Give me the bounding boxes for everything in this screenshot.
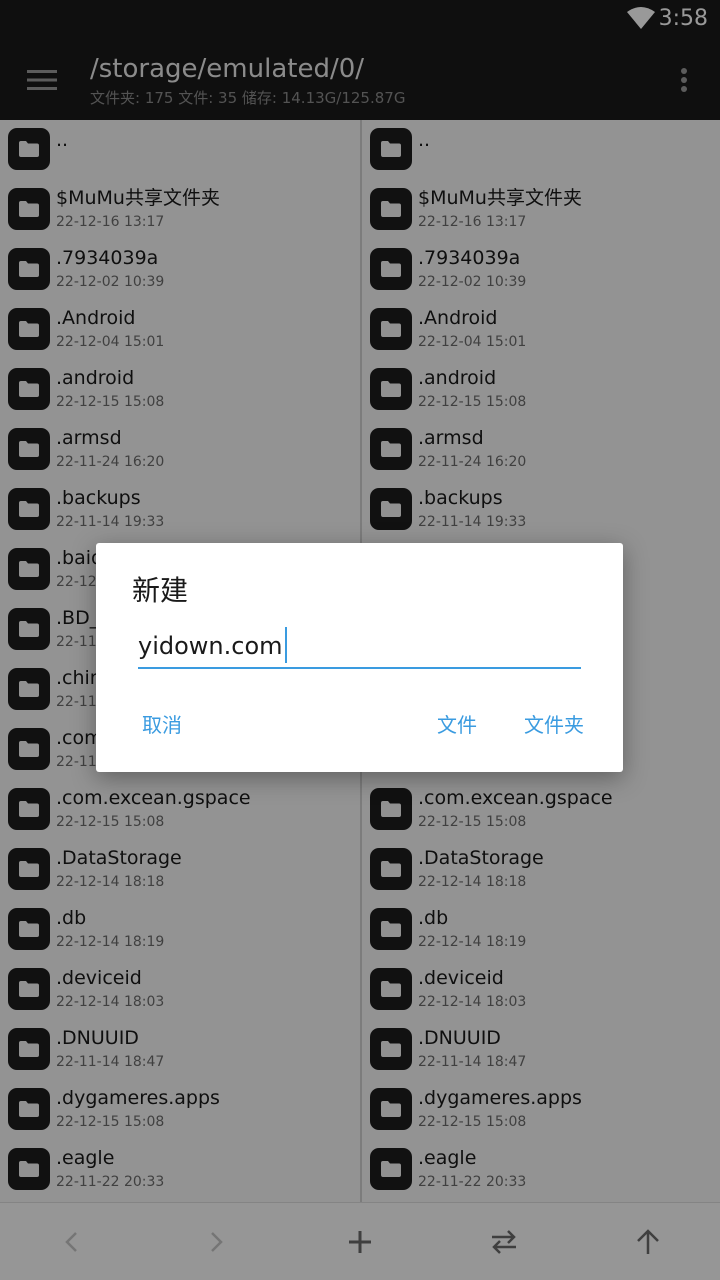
new-item-dialog: 新建 取消 文件 文件夹 bbox=[96, 543, 623, 772]
cancel-button[interactable]: 取消 bbox=[142, 711, 182, 739]
dialog-title: 新建 bbox=[132, 574, 189, 607]
new-folder-button[interactable]: 文件夹 bbox=[524, 711, 584, 739]
name-input[interactable] bbox=[138, 625, 581, 669]
text-cursor bbox=[284, 627, 287, 663]
new-file-button[interactable]: 文件 bbox=[437, 711, 477, 739]
